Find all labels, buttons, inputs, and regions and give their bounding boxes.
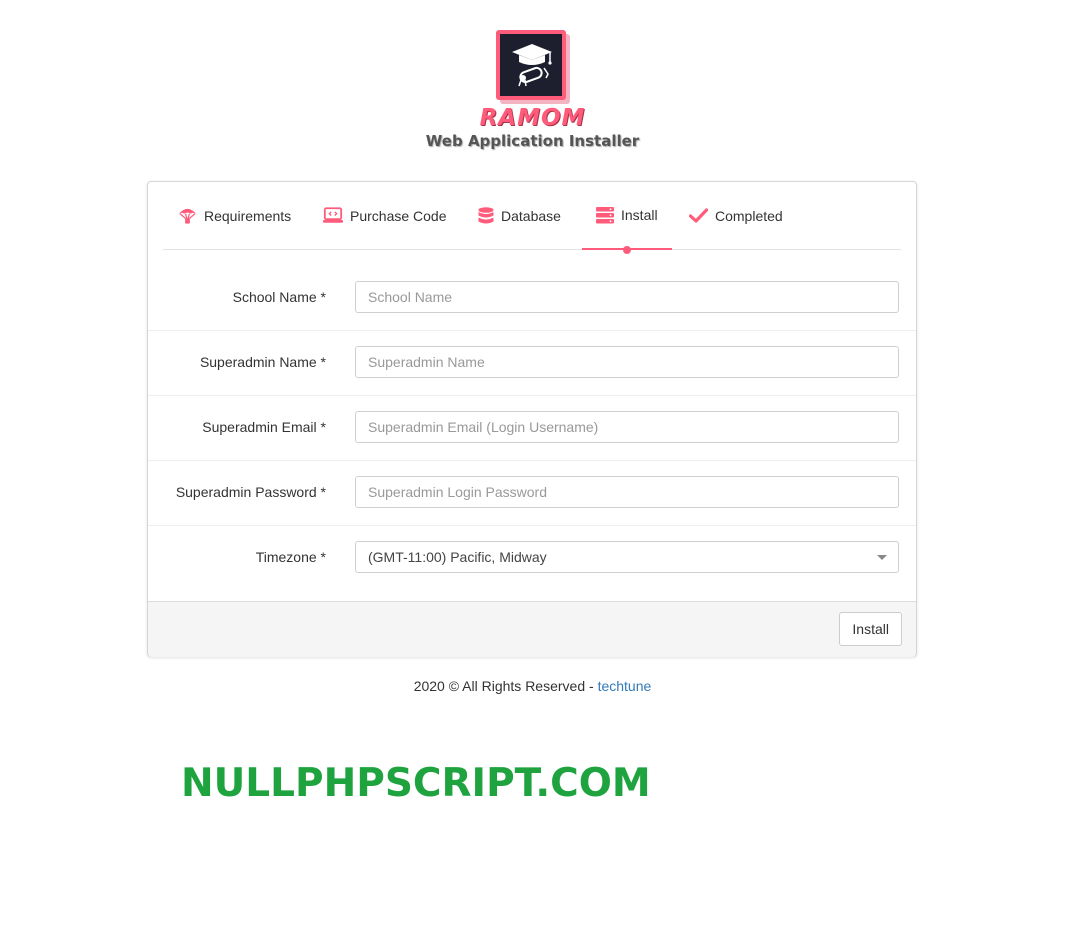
active-tab-indicator	[622, 246, 631, 254]
tab-label: Purchase Code	[350, 207, 447, 224]
tab-label: Requirements	[204, 207, 292, 224]
watermark-text: NULLPHPSCRIPT.COM	[181, 761, 651, 806]
timezone-selected-value: (GMT-11:00) Pacific, Midway	[368, 549, 547, 565]
parachute-icon	[178, 208, 197, 224]
school-name-label: School Name *	[232, 289, 326, 305]
tab-requirements[interactable]: Requirements	[178, 182, 291, 249]
tab-completed[interactable]: Completed	[689, 182, 783, 249]
database-icon	[478, 206, 494, 223]
chevron-down-icon	[877, 555, 887, 560]
installer-panel: Requirements Purchase Code Database Inst…	[147, 181, 917, 657]
code-monitor-icon	[323, 207, 343, 223]
wizard-tabs: Requirements Purchase Code Database Inst…	[163, 182, 901, 254]
superadmin-email-label: Superadmin Email *	[202, 419, 326, 435]
form-row-superadmin-password: Superadmin Password *	[148, 460, 916, 526]
tab-install[interactable]: Install	[582, 182, 672, 254]
form-row-superadmin-name: Superadmin Name *	[148, 330, 916, 396]
tab-label: Install	[621, 207, 658, 223]
brand-name: RAMOM	[479, 105, 586, 131]
superadmin-name-input[interactable]	[355, 346, 899, 378]
panel-footer: Install	[148, 601, 916, 657]
installer-subtitle: Web Application Installer	[425, 132, 640, 150]
superadmin-password-input[interactable]	[355, 476, 899, 508]
tab-label: Completed	[715, 207, 783, 224]
server-icon	[596, 206, 614, 223]
form-row-superadmin-email: Superadmin Email *	[148, 395, 916, 461]
header: RAMOM Web Application Installer	[0, 30, 1065, 151]
form-row-timezone: Timezone * (GMT-11:00) Pacific, Midway	[148, 525, 916, 590]
school-name-input[interactable]	[355, 281, 899, 313]
copyright-footer: 2020 © All Rights Reserved - techtune	[0, 678, 1065, 694]
timezone-select[interactable]: (GMT-11:00) Pacific, Midway	[355, 541, 899, 573]
techtune-link[interactable]: techtune	[598, 678, 652, 694]
superadmin-name-label: Superadmin Name *	[199, 354, 326, 370]
install-button[interactable]: Install	[839, 612, 902, 646]
copyright-text: 2020 © All Rights Reserved -	[413, 678, 598, 694]
superadmin-password-label: Superadmin Password *	[175, 484, 326, 500]
superadmin-email-input[interactable]	[355, 411, 899, 443]
tab-label: Database	[501, 207, 561, 224]
logo	[495, 30, 566, 100]
graduation-cap-diploma-icon	[511, 44, 552, 87]
tab-purchase-code[interactable]: Purchase Code	[323, 182, 447, 249]
tab-database[interactable]: Database	[478, 182, 561, 249]
timezone-label: Timezone *	[255, 549, 326, 565]
form-row-school-name: School Name *	[148, 265, 916, 331]
check-icon	[689, 208, 708, 223]
